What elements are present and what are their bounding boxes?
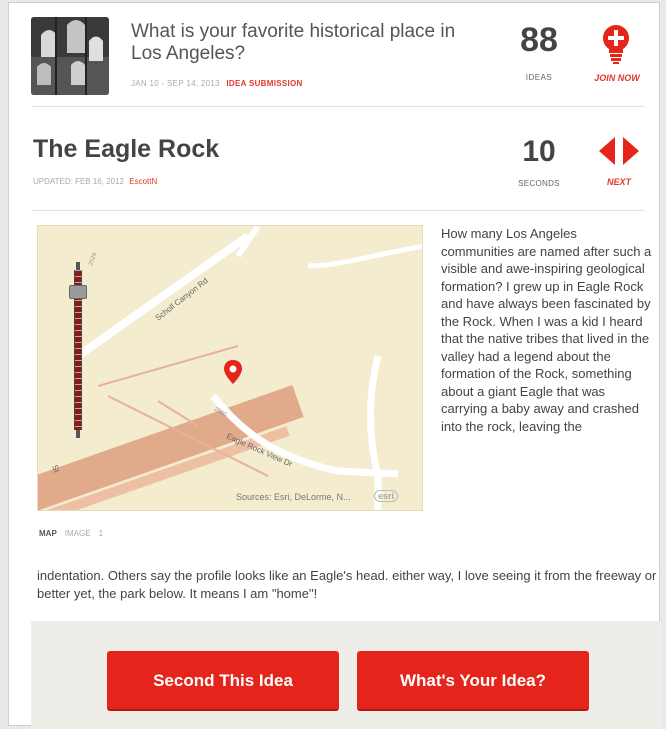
- second-this-idea-button[interactable]: Second This Idea: [107, 651, 339, 711]
- page-frame: What is your favorite historical place i…: [8, 2, 661, 729]
- seconds-label: SECONDS: [518, 179, 560, 188]
- action-bar: Second This Idea What's Your Idea?: [31, 621, 661, 729]
- tab-image[interactable]: IMAGE: [65, 529, 91, 538]
- ideas-label: IDEAS: [525, 73, 553, 82]
- esri-logo[interactable]: esri: [374, 490, 399, 502]
- idea-meta: UPDATED: FEB 16, 2012 EscottN: [33, 177, 157, 186]
- zoom-in-button[interactable]: [76, 262, 80, 270]
- question-header: What is your favorite historical place i…: [31, 11, 645, 107]
- map-view[interactable]: Scholl Canyon Rd Eagle Rock View Dr St 2…: [37, 225, 423, 511]
- map-label-number-b: 2529: [88, 251, 98, 266]
- media-tabs: MAP IMAGE 1: [39, 529, 111, 538]
- idea-author-link[interactable]: EscottN: [129, 177, 157, 186]
- whats-your-idea-button[interactable]: What's Your Idea?: [357, 651, 589, 711]
- zoom-slider-handle[interactable]: [69, 284, 87, 299]
- question-dates: JAN 10 - SEP 14, 2013: [131, 79, 220, 88]
- join-now-link[interactable]: JOIN NOW: [587, 73, 647, 83]
- question-meta: JAN 10 - SEP 14, 2013 IDEA SUBMISSION: [131, 79, 303, 88]
- ideas-count: 88: [520, 21, 558, 59]
- idea-title: The Eagle Rock: [33, 135, 220, 163]
- idea-header: The Eagle Rock UPDATED: FEB 16, 2012 Esc…: [31, 121, 645, 211]
- question-thumbnail[interactable]: [31, 17, 109, 95]
- seconds-count: 10: [522, 135, 556, 168]
- zoom-out-button[interactable]: [76, 430, 80, 438]
- question-title[interactable]: What is your favorite historical place i…: [131, 21, 461, 65]
- prev-next-arrows-icon[interactable]: [597, 135, 641, 167]
- tab-image-count[interactable]: 1: [99, 529, 103, 538]
- idea-description-side: How many Los Angeles communities are nam…: [441, 226, 652, 434]
- idea-description-continued: indentation. Others say the profile look…: [37, 568, 657, 601]
- map-attribution: Sources: Esri, DeLorme, N...: [236, 492, 351, 502]
- idea-updated: UPDATED: FEB 16, 2012: [33, 177, 124, 186]
- map-pin-icon[interactable]: [224, 360, 242, 384]
- question-kind[interactable]: IDEA SUBMISSION: [226, 79, 302, 88]
- lightbulb-plus-icon[interactable]: [601, 23, 631, 65]
- tab-map[interactable]: MAP: [39, 529, 57, 538]
- next-link[interactable]: NEXT: [589, 177, 649, 187]
